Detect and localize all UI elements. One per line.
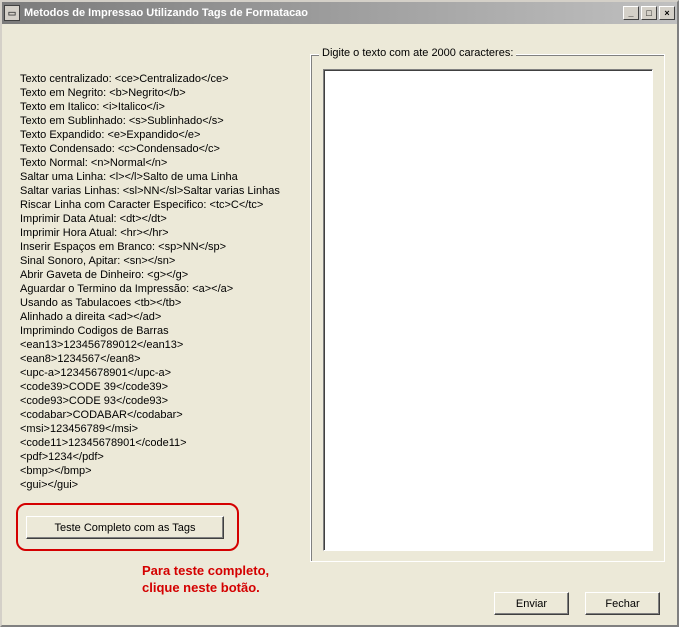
app-icon: ▭ — [4, 5, 20, 21]
maximize-button[interactable]: □ — [641, 6, 657, 20]
annotation-line2: clique neste botão. — [142, 580, 260, 595]
close-button[interactable]: × — [659, 6, 675, 20]
window-controls: _ □ × — [623, 6, 675, 20]
close-form-button[interactable]: Fechar — [585, 592, 660, 615]
annotation-line1: Para teste completo, — [142, 563, 269, 578]
annotation-text: Para teste completo, clique neste botão. — [142, 562, 269, 596]
help-text: Texto centralizado: <ce>Centralizado</ce… — [20, 72, 310, 492]
client-area: Texto centralizado: <ce>Centralizado</ce… — [2, 24, 677, 625]
test-all-tags-button[interactable]: Teste Completo com as Tags — [26, 516, 224, 539]
titlebar: ▭ Metodos de Impressao Utilizando Tags d… — [2, 2, 677, 24]
groupbox-label: Digite o texto com ate 2000 caracteres: — [319, 47, 516, 59]
app-window: ▭ Metodos de Impressao Utilizando Tags d… — [0, 0, 679, 627]
minimize-button[interactable]: _ — [623, 6, 639, 20]
input-groupbox: Digite o texto com ate 2000 caracteres: — [310, 54, 665, 562]
send-button[interactable]: Enviar — [494, 592, 569, 615]
text-input[interactable] — [323, 69, 653, 551]
window-title: Metodos de Impressao Utilizando Tags de … — [24, 7, 623, 19]
